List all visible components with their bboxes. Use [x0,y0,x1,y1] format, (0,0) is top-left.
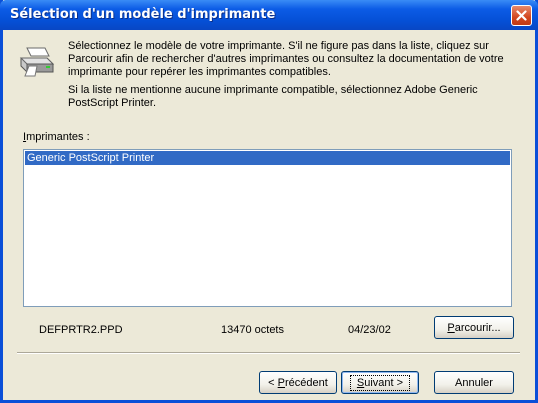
close-button[interactable] [511,5,532,26]
printers-label: Imprimantes : [23,131,90,143]
description-paragraph-1: Sélectionnez le modèle de votre impriman… [68,40,504,78]
description-paragraph-2: Si la liste ne mentionne aucune impriman… [68,84,478,109]
file-size: 13470 octets [221,324,284,336]
separator [17,352,520,354]
browse-button-accesskey: P [447,321,455,334]
browse-button[interactable]: Parcourir... [434,316,514,339]
printers-label-rest: mprimantes : [26,131,90,143]
next-button[interactable]: Suivant > [341,371,419,394]
description-text: Sélectionnez le modèle de votre impriman… [68,40,523,115]
browse-button-label: arcourir... [454,321,501,334]
title-bar[interactable]: Sélection d'un modèle d'imprimante [0,0,538,30]
dialog-window: Sélection d'un modèle d'imprimante Sélec… [0,0,538,403]
printers-listbox[interactable]: Generic PostScript Printer [23,149,512,307]
dialog-content: Sélectionnez le modèle de votre impriman… [3,30,535,400]
file-date: 04/23/02 [348,324,391,336]
close-icon [516,10,527,21]
printer-icon [19,47,55,77]
next-button-focus-ring: Suivant > [349,374,411,391]
cancel-button[interactable]: Annuler [434,371,514,394]
file-name: DEFPRTR2.PPD [39,324,123,336]
list-item[interactable]: Generic PostScript Printer [25,151,510,165]
window-title: Sélection d'un modèle d'imprimante [10,7,276,22]
previous-button-label: récédent [285,376,328,389]
previous-button[interactable]: < Précédent [259,371,337,394]
previous-button-prefix: < [268,376,278,389]
next-button-label: uivant > [364,376,404,389]
previous-button-accesskey: P [277,376,285,389]
